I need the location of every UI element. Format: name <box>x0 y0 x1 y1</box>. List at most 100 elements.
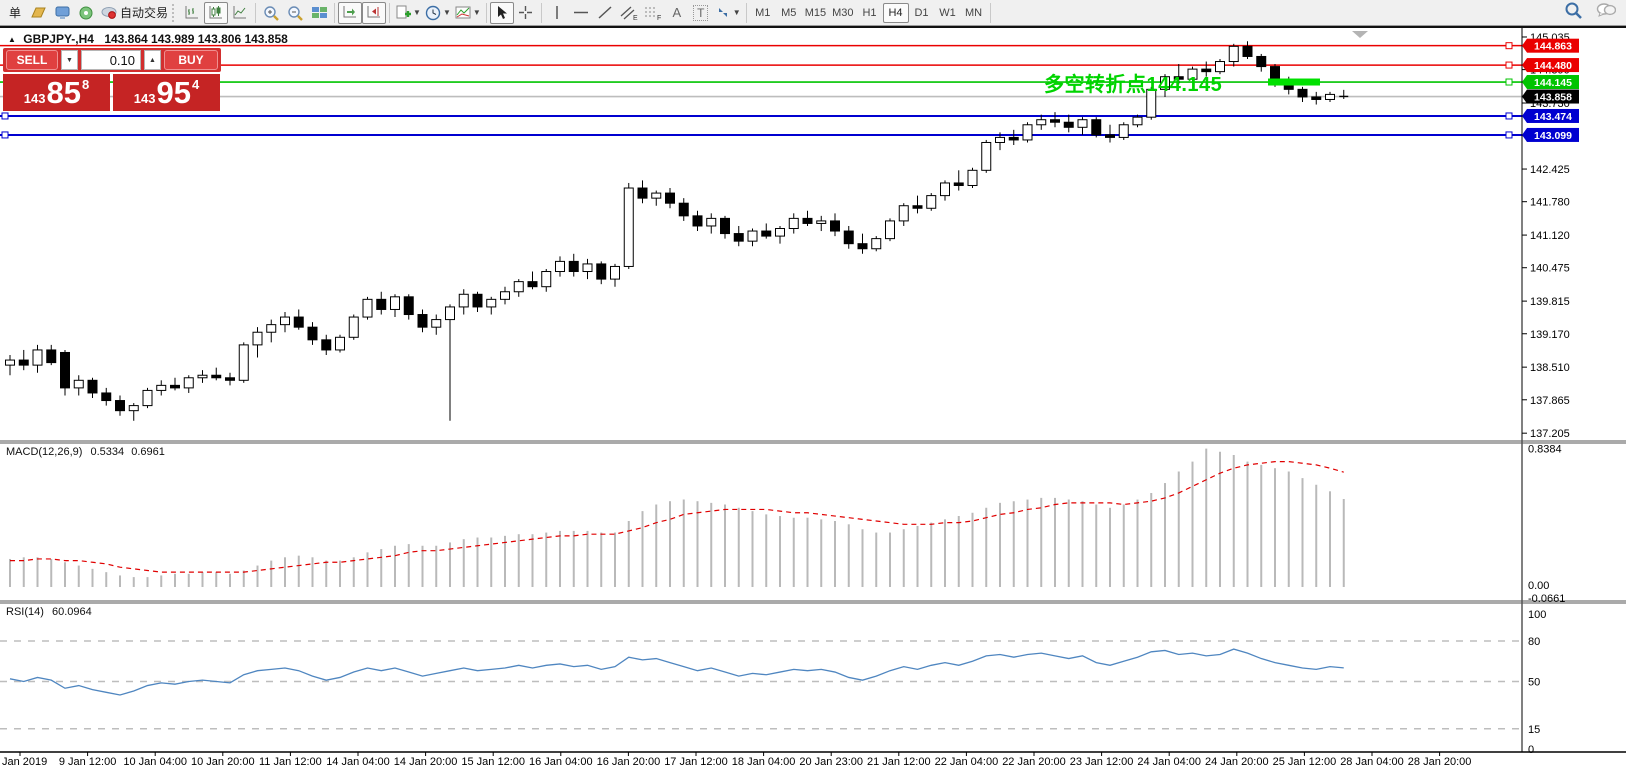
sell-price-button[interactable]: 143 85 8 <box>3 74 110 111</box>
svg-text:50: 50 <box>1528 677 1540 689</box>
svg-text:80: 80 <box>1528 636 1540 648</box>
sell-price-pip: 8 <box>82 77 89 92</box>
timeframe-h1[interactable]: H1 <box>857 3 883 23</box>
svg-text:144.863: 144.863 <box>1534 41 1572 53</box>
svg-text:11 Jan 12:00: 11 Jan 12:00 <box>259 756 322 768</box>
svg-text:8 Jan 2019: 8 Jan 2019 <box>0 756 47 768</box>
periods-button[interactable]: ▼ <box>423 2 453 24</box>
volume-increase-button[interactable]: ▲ <box>144 50 161 70</box>
auto-scroll-icon[interactable] <box>338 2 362 24</box>
timeframe-h4[interactable]: H4 <box>883 3 909 23</box>
price-level-lines <box>0 43 1522 138</box>
history-center-icon[interactable] <box>26 2 50 24</box>
macd-signal-value: 0.6961 <box>131 446 165 458</box>
line-chart-icon[interactable] <box>228 2 252 24</box>
svg-text:20 Jan 23:00: 20 Jan 23:00 <box>799 756 863 768</box>
timeframe-m30[interactable]: M30 <box>829 3 856 23</box>
collapse-triangle-icon[interactable]: ▲ <box>8 35 16 44</box>
svg-text:0.8384: 0.8384 <box>1528 444 1562 456</box>
chevron-down-icon: ▼ <box>473 8 481 17</box>
chat-icon[interactable] <box>1596 2 1616 23</box>
candlestick-chart-icon[interactable] <box>204 2 228 24</box>
buy-price-button[interactable]: 143 95 4 <box>113 74 220 111</box>
rsi-value: 60.0964 <box>52 606 92 618</box>
timeframe-d1[interactable]: D1 <box>909 3 935 23</box>
chart-canvas[interactable]: 145.035144.390143.730143.085142.425141.7… <box>0 28 1626 774</box>
toolbar-separator <box>541 3 542 23</box>
svg-text:25 Jan 12:00: 25 Jan 12:00 <box>1273 756 1337 768</box>
main-toolbar: 单 自动交易 ▼ ▼ <box>0 0 1626 26</box>
svg-text:21 Jan 12:00: 21 Jan 12:00 <box>867 756 931 768</box>
toolbar-separator <box>334 3 335 23</box>
timeframe-mn[interactable]: MN <box>961 3 987 23</box>
svg-text:28 Jan 04:00: 28 Jan 04:00 <box>1340 756 1404 768</box>
toolbar-grip <box>172 4 178 22</box>
chart-window: 145.035144.390143.730143.085142.425141.7… <box>0 26 1626 772</box>
timeframe-m15[interactable]: M15 <box>802 3 829 23</box>
toolbar-separator <box>486 3 487 23</box>
svg-text:10 Jan 04:00: 10 Jan 04:00 <box>123 756 187 768</box>
svg-text:-0.0661: -0.0661 <box>1528 593 1565 605</box>
svg-text:140.475: 140.475 <box>1530 263 1570 275</box>
chart-shift-marker <box>1352 31 1368 38</box>
sell-button[interactable]: SELL <box>6 50 58 70</box>
sell-price-big: 85 <box>46 77 80 108</box>
trendline-tool[interactable] <box>593 2 617 24</box>
svg-text:16 Jan 20:00: 16 Jan 20:00 <box>597 756 661 768</box>
timeframe-w1[interactable]: W1 <box>935 3 961 23</box>
svg-text:144.145: 144.145 <box>1534 77 1572 89</box>
svg-text:15: 15 <box>1528 724 1540 736</box>
fibonacci-tool[interactable]: F <box>641 2 665 24</box>
timeframe-m5[interactable]: M5 <box>776 3 802 23</box>
new-order-button[interactable]: 单 <box>2 2 26 24</box>
autotrade-button[interactable]: 自动交易 <box>98 2 170 24</box>
svg-text:E: E <box>633 15 638 21</box>
toolbar-separator <box>746 3 747 23</box>
templates-button[interactable]: ▼ <box>453 2 483 24</box>
text-label-tool[interactable]: T <box>689 2 713 24</box>
svg-text:143.858: 143.858 <box>1534 92 1572 104</box>
chevron-down-icon: ▼ <box>443 8 451 17</box>
svg-text:0: 0 <box>1528 744 1534 756</box>
svg-text:22 Jan 04:00: 22 Jan 04:00 <box>935 756 999 768</box>
arrows-tool[interactable]: ▼ <box>713 2 743 24</box>
autotrade-label: 自动交易 <box>120 4 168 21</box>
svg-text:F: F <box>657 15 661 21</box>
trade-panel-top-row: SELL ▼ 0.10 ▲ BUY <box>3 48 221 72</box>
timeframe-m1[interactable]: M1 <box>750 3 776 23</box>
equidistant-channel-tool[interactable]: E <box>617 2 641 24</box>
volume-decrease-button[interactable]: ▼ <box>61 50 78 70</box>
svg-text:141.120: 141.120 <box>1530 230 1570 242</box>
new-chart-button[interactable]: ▼ <box>393 2 423 24</box>
macd-signal-line <box>10 462 1344 573</box>
chart-shift-icon[interactable] <box>362 2 386 24</box>
crosshair-tool[interactable] <box>514 2 538 24</box>
toolbar-separator <box>255 3 256 23</box>
timeframe-group: M1M5M15M30H1H4D1W1MN <box>750 3 987 23</box>
chart-annotation-text[interactable]: 多空转折点144.145 <box>1044 68 1222 97</box>
svg-text:138.510: 138.510 <box>1530 362 1570 374</box>
zoom-out-icon[interactable] <box>283 2 307 24</box>
volume-input[interactable]: 0.10 <box>81 50 141 70</box>
svg-text:139.170: 139.170 <box>1530 329 1570 341</box>
zoom-in-icon[interactable] <box>259 2 283 24</box>
svg-text:141.780: 141.780 <box>1530 197 1570 209</box>
buy-button[interactable]: BUY <box>164 50 218 70</box>
vertical-line-tool[interactable] <box>545 2 569 24</box>
signal-icon[interactable] <box>74 2 98 24</box>
macd-indicator-label: MACD(12,26,9) 0.5334 0.6961 <box>6 446 165 458</box>
search-icon[interactable] <box>1564 1 1582 24</box>
cursor-tool[interactable] <box>490 2 514 24</box>
text-tool[interactable]: A <box>665 2 689 24</box>
svg-text:23 Jan 12:00: 23 Jan 12:00 <box>1070 756 1134 768</box>
chart-title: ▲ GBPJPY-,H4 143.864 143.989 143.806 143… <box>8 32 288 46</box>
frame-lines <box>0 28 1626 752</box>
rsi-name: RSI(14) <box>6 606 44 618</box>
bar-chart-icon[interactable] <box>180 2 204 24</box>
sell-price-main: 143 <box>24 91 46 106</box>
terminal-icon[interactable] <box>50 2 74 24</box>
tile-windows-icon[interactable] <box>307 2 331 24</box>
horizontal-line-tool[interactable] <box>569 2 593 24</box>
svg-text:14 Jan 04:00: 14 Jan 04:00 <box>326 756 390 768</box>
chart-markers <box>1268 31 1368 86</box>
